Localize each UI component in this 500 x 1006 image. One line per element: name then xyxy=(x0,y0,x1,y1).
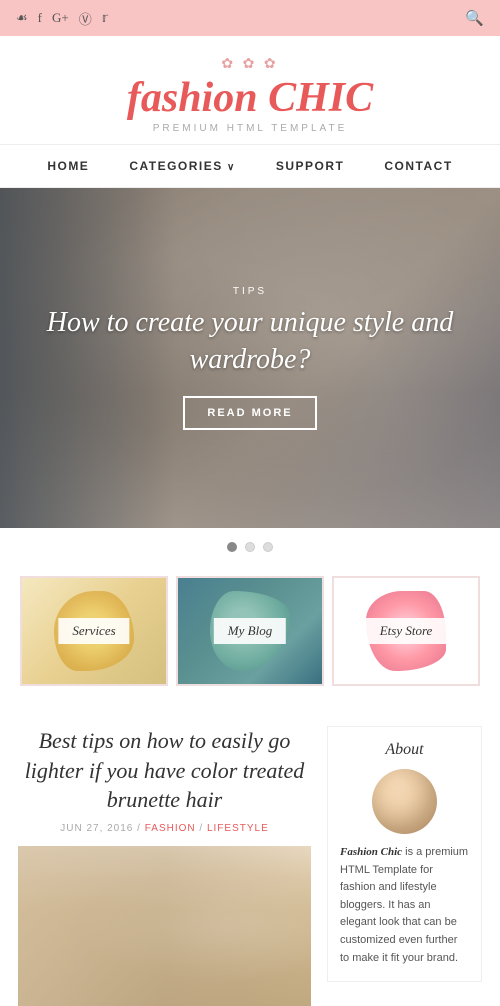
main-nav: HOME CATEGORIES SUPPORT CONTACT xyxy=(0,144,500,188)
top-bar: ☙ f G+ Ⓥ 𝕣 🔍 xyxy=(0,0,500,36)
logo-accent: CHIC xyxy=(268,75,373,121)
about-text: Fashion Chic is a premium HTML Template … xyxy=(340,844,469,967)
blog-post-img-detail xyxy=(18,846,311,1006)
logo-decoration: ✿ ✿ ✿ xyxy=(10,56,490,73)
social-icons: ☙ f G+ Ⓥ 𝕣 xyxy=(16,9,108,28)
nav-home[interactable]: HOME xyxy=(47,159,89,173)
blog-meta: JUN 27, 2016 / FASHION / LIFESTYLE xyxy=(18,823,311,834)
logo-area: ✿ ✿ ✿ fashion CHIC PREMIUM HTML TEMPLATE xyxy=(0,36,500,144)
blog-date: JUN 27, 2016 xyxy=(60,823,133,834)
blog-slash2: / xyxy=(199,823,207,834)
pinterest-icon[interactable]: Ⓥ xyxy=(79,9,92,28)
blog-post-title: Best tips on how to easily go lighter if… xyxy=(18,726,311,815)
hero-banner: TIPS How to create your unique style and… xyxy=(0,188,500,528)
etsy-label: Etsy Store xyxy=(366,618,447,644)
featured-services[interactable]: Services xyxy=(20,576,168,686)
hero-content: TIPS How to create your unique style and… xyxy=(0,286,500,430)
featured-etsy[interactable]: Etsy Store xyxy=(332,576,480,686)
avatar-detail xyxy=(372,769,437,834)
blog-section: Best tips on how to easily go lighter if… xyxy=(0,706,500,1006)
nav-contact[interactable]: CONTACT xyxy=(384,159,452,173)
about-avatar xyxy=(372,769,437,834)
blog-main: Best tips on how to easily go lighter if… xyxy=(18,726,311,1006)
twitter-icon[interactable]: 𝕣 xyxy=(102,10,108,26)
slider-dot-2[interactable] xyxy=(245,542,255,552)
slider-dot-3[interactable] xyxy=(263,542,273,552)
blog-category[interactable]: FASHION xyxy=(145,823,196,834)
hero-tag: TIPS xyxy=(0,286,500,297)
slider-dot-1[interactable] xyxy=(227,542,237,552)
services-label: Services xyxy=(58,618,129,644)
search-icon[interactable]: 🔍 xyxy=(465,9,484,28)
hero-read-more-button[interactable]: READ MORE xyxy=(183,396,316,430)
about-box: About Fashion Chic is a premium HTML Tem… xyxy=(327,726,482,982)
facebook-icon[interactable]: f xyxy=(38,10,42,26)
featured-grid: Services My Blog Etsy Store xyxy=(0,566,500,706)
about-body: is a premium HTML Template for fashion a… xyxy=(340,846,468,964)
blog-category2[interactable]: LIFESTYLE xyxy=(207,823,269,834)
blog-label: My Blog xyxy=(214,618,286,644)
blog-slash1: / xyxy=(137,823,145,834)
instagram-icon[interactable]: ☙ xyxy=(16,10,28,26)
logo-plain: fashion xyxy=(127,75,268,121)
featured-blog[interactable]: My Blog xyxy=(176,576,324,686)
blog-post-image xyxy=(18,846,311,1006)
nav-categories[interactable]: CATEGORIES xyxy=(129,159,236,173)
nav-support[interactable]: SUPPORT xyxy=(276,159,345,173)
blog-sidebar: About Fashion Chic is a premium HTML Tem… xyxy=(327,726,482,1006)
logo-subtitle: PREMIUM HTML TEMPLATE xyxy=(10,123,490,134)
logo-title: fashion CHIC xyxy=(10,77,490,119)
about-title: About xyxy=(340,741,469,759)
hero-title: How to create your unique style and ward… xyxy=(0,305,500,378)
about-brand: Fashion Chic xyxy=(340,846,402,858)
gplus-icon[interactable]: G+ xyxy=(52,10,69,26)
slider-dots xyxy=(0,528,500,566)
